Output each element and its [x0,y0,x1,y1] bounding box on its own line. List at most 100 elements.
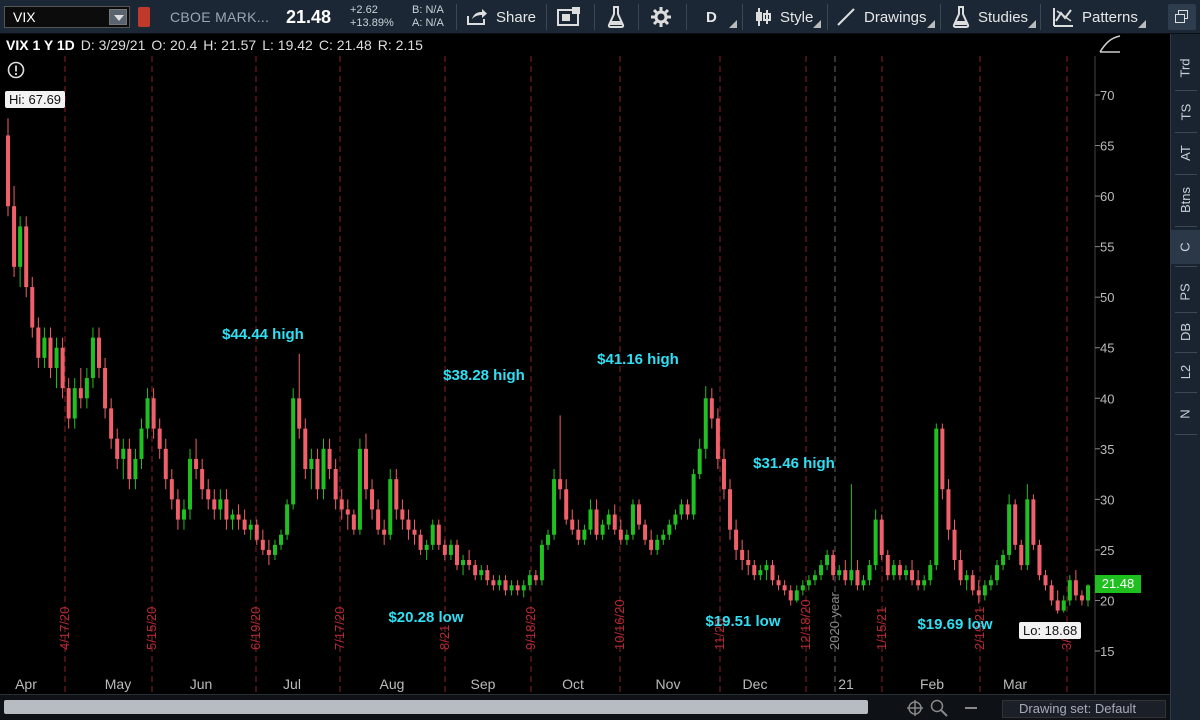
x-tick-label: Oct [562,676,584,692]
change-percent: +13.89% [350,17,394,29]
candle [552,469,557,540]
candle [357,438,362,535]
period-label: D [706,8,717,26]
side-tab-at[interactable]: AT [1171,134,1200,172]
studies-button[interactable]: Studies [952,0,1037,34]
side-tab-trd[interactable]: Trd [1171,48,1200,88]
y-tick-label: 25 [1100,543,1114,558]
snapshot-button[interactable] [557,0,581,34]
lo-label: Lo: 18.68 [1019,622,1082,639]
expiration-label: 3/ [1059,639,1074,650]
gear-icon [651,7,671,27]
x-tick-label: Sep [471,676,496,692]
price-annotation: $31.46 high [753,455,835,472]
y-axis[interactable]: 70 65 60 55 50 45 40 35 30 25 20 15 [1094,56,1114,694]
style-button[interactable]: Style [754,0,822,34]
x-tick-label: May [105,676,131,692]
y-tick-label: 45 [1100,341,1114,356]
side-tab-btns[interactable]: Btns [1171,176,1200,224]
expiration-label: 7/17/20 [332,607,347,650]
candle [539,539,544,586]
x-tick-label: Jul [283,676,301,692]
candle [1037,539,1042,581]
last-price-tag: 21.48 [1095,575,1141,593]
bid-value: B: N/A [412,4,444,16]
y-tick-label: 60 [1100,189,1114,204]
price-annotation: $44.44 high [222,326,304,343]
hi-label: Hi: 67.69 [5,91,66,108]
change-block: +2.62 +13.89% [350,4,394,30]
drawing-set-selector[interactable]: Drawing set: Default [1002,700,1166,718]
side-tab-label: Trd [1178,58,1193,78]
y-tick-label: 15 [1100,644,1114,659]
candle [879,514,884,561]
patterns-button[interactable]: Patterns [1052,0,1146,34]
expiration-label: 2020 year [827,592,842,650]
flask-button[interactable] [607,0,625,34]
plot-area[interactable] [0,56,1095,694]
side-tab-label: DB [1178,322,1193,342]
expiration-label: 12/18/20 [798,599,813,650]
zoom-out-icon[interactable] [962,699,980,717]
side-tab-c[interactable]: C [1171,230,1200,264]
y-tick-label: 50 [1100,290,1114,305]
drawings-label: Drawings [864,8,927,26]
candlestick-icon [756,8,771,26]
link-color-icon[interactable] [138,7,150,27]
candle [940,423,945,500]
style-label: Style [780,8,814,26]
side-tab-n[interactable]: N [1171,396,1200,432]
main-toolbar: VIX CBOE MARK... 21.48 +2.62 +13.89% B: … [0,0,1200,34]
side-tab-db[interactable]: DB [1171,314,1200,350]
side-panel-tabs: Trd TS AT Btns C PS DB L2 N [1170,34,1200,720]
expiration-label: 6/19/20 [248,607,263,650]
expiration-label: 1/15/21 [874,607,889,650]
candle [934,423,939,571]
price-annotation: $19.69 low [917,616,992,633]
x-tick-label: Nov [656,676,681,692]
y-tick-label: 40 [1100,391,1114,406]
side-tab-ts[interactable]: TS [1171,94,1200,130]
drawings-button[interactable]: Drawings [836,0,935,34]
settings-button[interactable] [651,0,671,34]
expiration-label: 10/16/20 [612,599,627,650]
studies-label: Studies [978,8,1029,26]
autoscale-icon[interactable] [1099,35,1121,53]
share-button[interactable]: Share [466,0,536,34]
candle [388,469,393,540]
time-scrollbar[interactable] [4,700,868,714]
patterns-icon [1053,8,1073,27]
period-button[interactable]: D [706,0,737,34]
side-tab-label: C [1177,242,1193,252]
y-tick-label: 30 [1100,492,1114,507]
expiration-label: 9/18/20 [523,607,538,650]
x-tick-label: Apr [15,676,37,692]
restore-window-button[interactable] [1168,4,1196,30]
expiration-label: 8/21 [437,625,452,650]
candle [188,448,193,520]
y-tick-label: 55 [1100,240,1114,255]
side-tab-ps[interactable]: PS [1171,274,1200,310]
flask-icon [607,6,625,28]
symbol-input[interactable]: VIX [4,6,130,28]
symbol-value: VIX [13,9,36,25]
last-price: 21.48 [286,7,332,27]
price-annotation: $19.51 low [705,613,780,630]
y-tick-label: 65 [1100,139,1114,154]
side-tab-l2[interactable]: L2 [1171,354,1200,390]
candle [1013,499,1018,550]
side-tab-label: L2 [1178,364,1193,380]
side-tab-label: N [1177,409,1193,419]
price-annotation: $38.28 high [443,367,525,384]
share-label: Share [496,8,537,26]
snapshot-icon [557,7,580,26]
x-tick-label: Dec [743,676,768,692]
y-tick-label: 70 [1100,88,1114,103]
symbol-dropdown-button[interactable] [109,9,127,25]
side-tab-label: PS [1178,283,1193,301]
pan-icon[interactable] [906,699,924,717]
side-tab-label: Btns [1177,186,1193,214]
expiration-label: 5/15/20 [144,607,159,650]
price-chart[interactable]: 4/17/20 5/15/20 6/19/20 7/17/20 8/21 9/18/20 1… [0,34,1170,694]
zoom-icon[interactable] [930,699,948,717]
